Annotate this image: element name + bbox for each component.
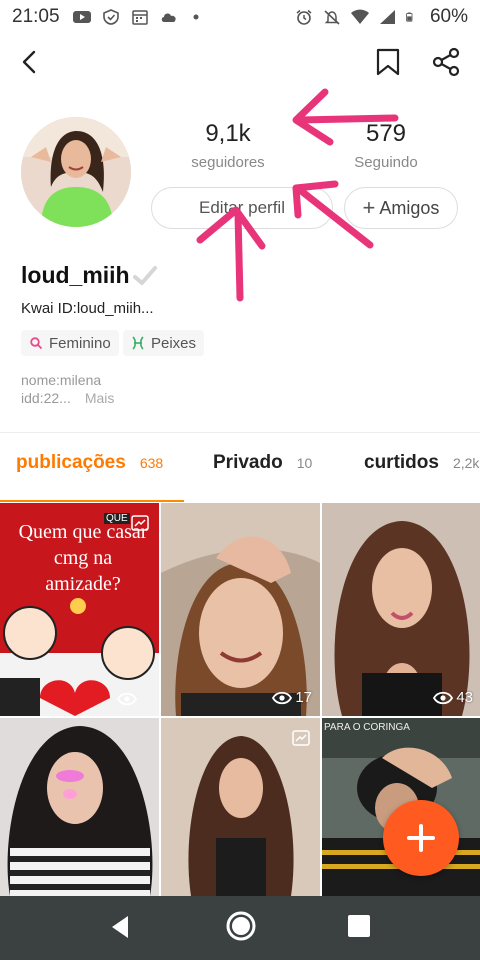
friends-label: Amigos [379, 197, 440, 218]
eye-icon [272, 691, 293, 704]
bio-line-1: nome:milena [21, 372, 102, 388]
followers-label: seguidores [191, 154, 265, 171]
tab-posts[interactable]: publicações 638 [16, 452, 163, 474]
calendar-icon [131, 10, 148, 25]
verified-check-icon [132, 265, 157, 285]
tab-count: 2,2k [452, 455, 480, 471]
following-count: 579 [365, 120, 407, 147]
post-caption: PARA O CORINGA [324, 722, 410, 733]
nav-recents-icon[interactable] [346, 913, 372, 939]
battery-percent: 60% [429, 6, 468, 27]
gender-label: Feminino [49, 334, 111, 352]
bookmark-icon[interactable] [372, 46, 404, 78]
female-icon [30, 337, 43, 350]
status-right: 60% [294, 6, 468, 28]
followers-stat[interactable]: 9,1k seguidores [178, 120, 278, 171]
tab-count: 10 [296, 455, 313, 471]
dot-icon [193, 14, 199, 20]
trend-icon [131, 515, 149, 531]
divider [0, 432, 480, 433]
post-caption: Quem que casar cmg na amizade? [18, 521, 148, 595]
gender-tag: Feminino [21, 330, 119, 356]
post-thumbnail[interactable]: QUE Quem que casar cmg na amizade? [0, 503, 159, 716]
username: loud_miih [21, 262, 158, 289]
profile-tabs: publicações 638 Privado 10 curtidos 2,2k [0, 452, 480, 502]
status-bar: 21:05 60% [0, 0, 480, 34]
view-count-value: 17 [295, 689, 312, 706]
bio: nome:milena idd:22... Mais [21, 371, 114, 407]
plus-icon [407, 824, 435, 852]
zodiac-tag: Peixes [123, 330, 205, 356]
pisces-icon [132, 336, 144, 350]
following-stat[interactable]: 579 Seguindo [336, 120, 436, 171]
kwai-id[interactable]: Kwai ID:loud_miih... [21, 300, 154, 317]
cloud-icon [161, 13, 176, 22]
tab-liked[interactable]: curtidos 2,2k [364, 452, 479, 474]
active-tab-indicator [0, 500, 184, 502]
tab-private[interactable]: Privado 10 [213, 452, 312, 474]
post-image [0, 718, 159, 896]
status-time: 21:05 [12, 6, 60, 27]
eye-icon [433, 691, 454, 704]
more-link[interactable]: Mais [85, 390, 115, 406]
shield-icon [102, 9, 119, 25]
post-thumbnail[interactable]: 43 [322, 503, 480, 716]
tab-label: Privado [213, 452, 283, 473]
followers-count: 9,1k [205, 120, 251, 147]
avatar[interactable] [21, 117, 131, 227]
wifi-icon [350, 9, 369, 24]
create-post-button[interactable] [383, 800, 459, 876]
username-text: loud_miih [21, 262, 130, 288]
youtube-icon [72, 11, 91, 23]
tab-label: publicações [16, 452, 126, 473]
mute-icon [324, 10, 340, 25]
top-bar [0, 40, 480, 86]
navigation-bar [0, 896, 480, 960]
trend-icon [292, 730, 310, 746]
post-thumbnail[interactable]: 17 [161, 503, 320, 716]
nav-home-icon[interactable] [224, 909, 258, 943]
share-icon[interactable] [430, 46, 462, 78]
bio-line-2-text: idd:22... [21, 390, 71, 406]
post-image [161, 503, 320, 716]
signal-icon [379, 10, 395, 24]
add-friends-button[interactable]: + Amigos [344, 187, 458, 229]
plus-icon: + [362, 195, 376, 220]
tab-label: curtidos [364, 452, 439, 473]
view-count-value: 43 [456, 689, 473, 706]
zodiac-label: Peixes [151, 334, 197, 352]
post-thumbnail[interactable] [161, 718, 320, 896]
tab-count: 638 [139, 455, 164, 471]
back-arrow-icon[interactable] [14, 46, 46, 78]
bio-line-2: idd:22... Mais [21, 389, 114, 407]
eye-icon [117, 692, 137, 706]
post-image [322, 503, 480, 716]
edit-profile-button[interactable]: Editar perfil [151, 187, 333, 229]
nav-back-icon[interactable] [106, 912, 136, 942]
view-count: 43 [433, 689, 473, 706]
following-label: Seguindo [354, 154, 418, 171]
post-thumbnail[interactable] [0, 718, 159, 896]
alarm-icon [296, 9, 312, 25]
avatar-photo [21, 117, 131, 227]
battery-icon [406, 12, 413, 22]
view-count: 17 [272, 689, 312, 706]
